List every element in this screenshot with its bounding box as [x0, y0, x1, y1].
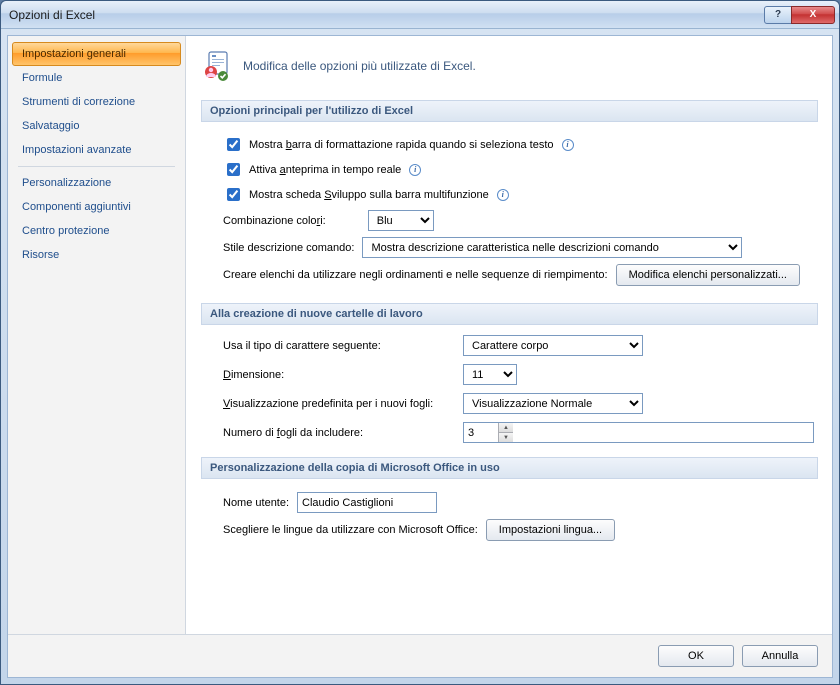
- info-icon[interactable]: i: [409, 164, 421, 176]
- main-panel: Modifica delle opzioni più utilizzate di…: [186, 36, 832, 634]
- sidebar-item-proofing[interactable]: Strumenti di correzione: [12, 90, 181, 114]
- checkbox-developer-tab[interactable]: Mostra scheda Sviluppo sulla barra multi…: [223, 185, 489, 204]
- default-view-select[interactable]: Visualizzazione Normale: [463, 393, 643, 414]
- panel-header-icon: [201, 50, 233, 82]
- titlebar[interactable]: Opzioni di Excel ? X: [1, 1, 839, 29]
- close-button[interactable]: X: [791, 6, 835, 24]
- sidebar-item-resources[interactable]: Risorse: [12, 243, 181, 267]
- sidebar-separator: [18, 166, 175, 167]
- sidebar-item-customize[interactable]: Personalizzazione: [12, 171, 181, 195]
- sidebar-item-advanced[interactable]: Impostazioni avanzate: [12, 138, 181, 162]
- language-settings-button[interactable]: Impostazioni lingua...: [486, 519, 615, 541]
- help-button[interactable]: ?: [764, 6, 792, 24]
- dialog-footer: OK Annulla: [8, 634, 832, 677]
- edit-custom-lists-button[interactable]: Modifica elenchi personalizzati...: [616, 264, 800, 286]
- custom-lists-label: Creare elenchi da utilizzare negli ordin…: [223, 269, 608, 281]
- default-font-label: Usa il tipo di carattere seguente:: [223, 340, 463, 352]
- font-size-select[interactable]: 11: [463, 364, 517, 385]
- username-label: Nome utente:: [223, 497, 289, 509]
- language-settings-label: Scegliere le lingue da utilizzare con Mi…: [223, 524, 478, 536]
- color-scheme-select[interactable]: Blu: [368, 210, 434, 231]
- sidebar-item-trustcenter[interactable]: Centro protezione: [12, 219, 181, 243]
- tooltip-style-select[interactable]: Mostra descrizione caratteristica nelle …: [362, 237, 742, 258]
- cancel-button[interactable]: Annulla: [742, 645, 818, 667]
- checkbox-developer-tab-input[interactable]: [227, 188, 240, 201]
- default-view-label: Visualizzazione predefinita per i nuovi …: [223, 398, 463, 410]
- sheet-count-spinner[interactable]: ▲ ▼: [463, 422, 814, 443]
- checkbox-mini-toolbar-input[interactable]: [227, 138, 240, 151]
- options-dialog: Opzioni di Excel ? X Impostazioni genera…: [0, 0, 840, 685]
- spinner-down-icon[interactable]: ▼: [499, 433, 513, 442]
- category-sidebar: Impostazioni generali Formule Strumenti …: [8, 36, 186, 634]
- checkbox-live-preview[interactable]: Attiva anteprima in tempo reale: [223, 160, 401, 179]
- sidebar-item-addins[interactable]: Componenti aggiuntivi: [12, 195, 181, 219]
- sidebar-item-save[interactable]: Salvataggio: [12, 114, 181, 138]
- tooltip-style-label: Stile descrizione comando:: [223, 242, 354, 254]
- section-main-header: Opzioni principali per l'utilizzo di Exc…: [201, 100, 818, 122]
- spinner-up-icon[interactable]: ▲: [499, 423, 513, 433]
- window-title: Opzioni di Excel: [9, 8, 764, 22]
- info-icon[interactable]: i: [497, 189, 509, 201]
- panel-subtitle: Modifica delle opzioni più utilizzate di…: [243, 59, 476, 73]
- username-input[interactable]: [297, 492, 437, 513]
- color-scheme-label: Combinazione colori:: [223, 215, 326, 227]
- section-newwb-header: Alla creazione di nuove cartelle di lavo…: [201, 303, 818, 325]
- ok-button[interactable]: OK: [658, 645, 734, 667]
- sheet-count-input[interactable]: [464, 423, 498, 442]
- checkbox-mini-toolbar[interactable]: Mostra barra di formattazione rapida qua…: [223, 135, 554, 154]
- sidebar-item-formulas[interactable]: Formule: [12, 66, 181, 90]
- sidebar-item-general[interactable]: Impostazioni generali: [12, 42, 181, 66]
- section-personalize-header: Personalizzazione della copia di Microso…: [201, 457, 818, 479]
- default-font-select[interactable]: Carattere corpo: [463, 335, 643, 356]
- checkbox-live-preview-input[interactable]: [227, 163, 240, 176]
- font-size-label: Dimensione:: [223, 369, 463, 381]
- sheet-count-label: Numero di fogli da includere:: [223, 427, 463, 439]
- info-icon[interactable]: i: [562, 139, 574, 151]
